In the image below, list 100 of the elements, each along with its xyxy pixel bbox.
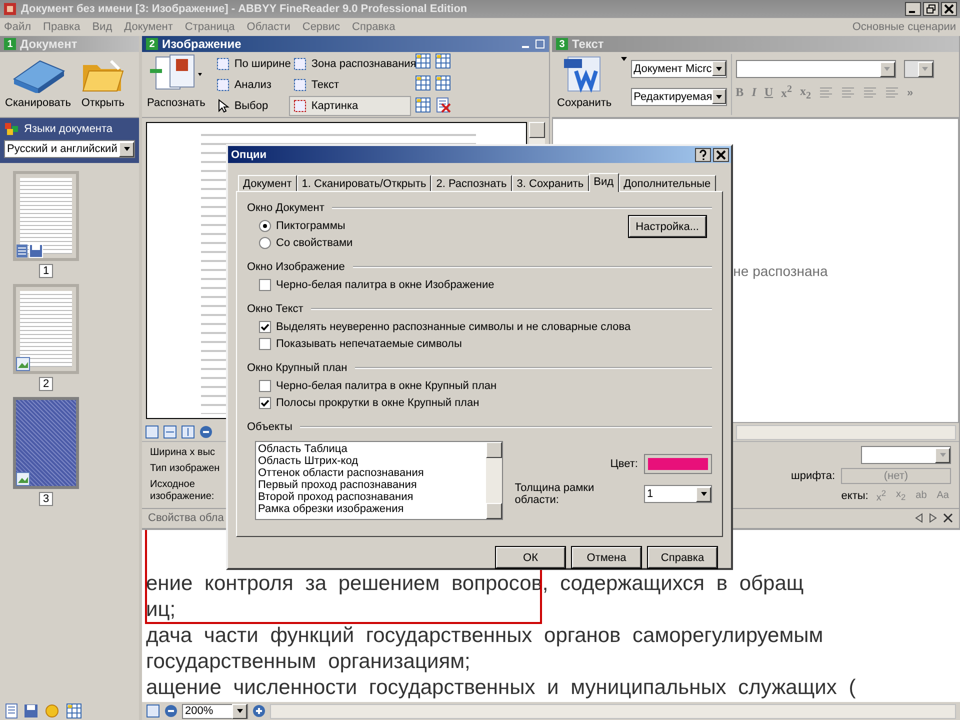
page-thumbnail[interactable] — [13, 284, 79, 374]
list-item[interactable]: Область Таблица — [258, 443, 484, 455]
status-message: не распознана — [733, 262, 828, 278]
effects-label: екты: — [841, 490, 868, 502]
scrollbar[interactable] — [736, 424, 956, 440]
radio-button[interactable] — [259, 220, 271, 232]
tool-button[interactable]: Анализ — [212, 74, 288, 94]
option-label: Черно-белая палитра в окне Изображение — [276, 279, 494, 291]
grid-icon[interactable] — [415, 96, 432, 112]
picture-icon — [16, 472, 30, 486]
ok-button[interactable]: ОК — [496, 547, 565, 568]
open-button[interactable]: Открыть — [78, 54, 128, 115]
size-select[interactable] — [904, 60, 934, 78]
minimize-icon[interactable] — [905, 2, 921, 16]
restore-icon[interactable] — [923, 2, 939, 16]
option-label: Показывать непечатаемые символы — [276, 338, 462, 350]
list-item[interactable]: Область Штрих-код — [258, 455, 484, 467]
help-icon[interactable] — [695, 148, 711, 162]
page-number: 1 — [38, 264, 54, 278]
dialog-tab[interactable]: 1. Сканировать/Открыть — [296, 175, 432, 191]
format-select[interactable]: Документ Micrc — [630, 60, 727, 78]
save-button[interactable]: Сохранить — [554, 54, 615, 115]
dialog-tab[interactable]: 3. Сохранить — [512, 175, 589, 191]
scrollbar[interactable] — [486, 442, 502, 519]
zoomed-text-line: дача части функций государственных органов саморегулируемым — [146, 624, 824, 648]
folder-icon — [80, 57, 125, 93]
tool-button[interactable]: Картинка — [289, 96, 412, 116]
font-select[interactable] — [736, 60, 896, 78]
delete-icon[interactable] — [435, 96, 452, 112]
checkbox[interactable] — [259, 380, 271, 392]
tool-button[interactable]: Текст — [289, 74, 412, 94]
section-title: Окно Текст — [247, 302, 304, 314]
app-logo-icon — [3, 2, 17, 16]
list-item[interactable]: Первый проход распознавания — [258, 479, 484, 491]
dialog-tab[interactable]: Вид — [588, 173, 619, 192]
caret-icon[interactable] — [618, 54, 627, 62]
list-item[interactable]: Рамка обрезки изображения — [258, 503, 484, 515]
grid-icon[interactable] — [415, 74, 432, 90]
fit-width-icon[interactable] — [163, 425, 177, 439]
zoomed-text-line: ащение численности государственных и муниципальных служащих ( — [146, 676, 856, 700]
frame-icon — [293, 78, 308, 92]
color-button[interactable] — [644, 454, 712, 474]
maximize-icon[interactable] — [535, 39, 545, 49]
dialog-title: Опции — [231, 148, 268, 160]
properties-tab[interactable]: Свойства обла — [148, 512, 224, 524]
squares-icon — [4, 122, 20, 136]
option-label: Со свойствами — [276, 237, 353, 249]
next-icon[interactable] — [929, 512, 937, 522]
language-select[interactable]: Русский и английский — [4, 140, 135, 158]
close-icon[interactable] — [943, 512, 953, 522]
checkbox[interactable] — [259, 279, 271, 291]
grid-icon[interactable] — [66, 703, 82, 719]
cancel-button[interactable]: Отмена — [572, 547, 641, 568]
frame-icon — [216, 56, 230, 70]
scrollbar[interactable] — [270, 704, 956, 718]
help-button[interactable]: Справка — [648, 547, 717, 568]
checkbox[interactable] — [259, 321, 271, 333]
zoom-out-icon[interactable] — [164, 704, 178, 718]
page-thumbnail[interactable] — [13, 171, 79, 261]
recognize-button[interactable]: Распознать — [144, 54, 208, 115]
thickness-select[interactable]: 1 — [644, 485, 712, 503]
dialog-tab[interactable]: Документ — [238, 175, 297, 191]
scan-button[interactable]: Сканировать — [2, 54, 74, 115]
tool-button[interactable]: По ширине — [212, 54, 288, 74]
grid-icon[interactable] — [435, 74, 452, 90]
zoomed-text-line: иц; — [146, 598, 176, 622]
zoom-in-icon[interactable] — [252, 704, 266, 718]
fit-page-icon[interactable] — [145, 425, 159, 439]
window-title: Документ без имени [3: Изображение] - ABBYY FineReader 9.0 Professional Edition — [21, 3, 468, 15]
checkbox[interactable] — [259, 397, 271, 409]
close-icon[interactable] — [713, 148, 729, 162]
mode-select[interactable]: Редактируемая — [630, 88, 727, 106]
zoom-select[interactable]: 200% — [182, 704, 248, 718]
radio-button[interactable] — [259, 237, 271, 249]
actual-size-icon[interactable] — [146, 704, 160, 718]
grid-icon[interactable] — [415, 52, 432, 68]
option-label: Полосы прокрутки в окне Крупный план — [276, 397, 480, 409]
page-thumbnail[interactable] — [13, 397, 79, 489]
text-page-icon — [16, 244, 28, 258]
panel-title: Текст — [572, 37, 605, 51]
fit-height-icon[interactable] — [181, 425, 195, 439]
dialog-tab[interactable]: 2. Распознать — [431, 175, 512, 191]
checkbox[interactable] — [259, 338, 271, 350]
grid-icon[interactable] — [435, 52, 452, 68]
previous-icon[interactable] — [915, 512, 923, 522]
dialog-tab[interactable]: Дополнительные — [618, 175, 716, 191]
panel-title: Изображение — [162, 37, 242, 51]
thickness-label: Толщина рамки области: — [514, 482, 596, 506]
page-icon[interactable] — [4, 703, 18, 719]
font-select[interactable] — [861, 446, 951, 464]
close-icon[interactable] — [941, 2, 957, 16]
list-item[interactable]: Оттенок области распознавания — [258, 467, 484, 479]
panel-number: 1 — [4, 38, 16, 50]
objects-list[interactable]: Область Таблица Область Штрих-код Оттенок области распознавания Первый проход распознавания Второй проход распознавания Рамка обрезки изображения — [255, 441, 503, 520]
zoom-out-icon[interactable] — [199, 425, 213, 439]
frame-icon — [293, 98, 308, 112]
setup-button[interactable]: Настройка... — [628, 216, 706, 237]
tool-button[interactable]: Выбор — [212, 96, 288, 116]
property-label: Исходное изображение: — [150, 479, 216, 503]
list-item[interactable]: Второй проход распознавания — [258, 491, 484, 503]
